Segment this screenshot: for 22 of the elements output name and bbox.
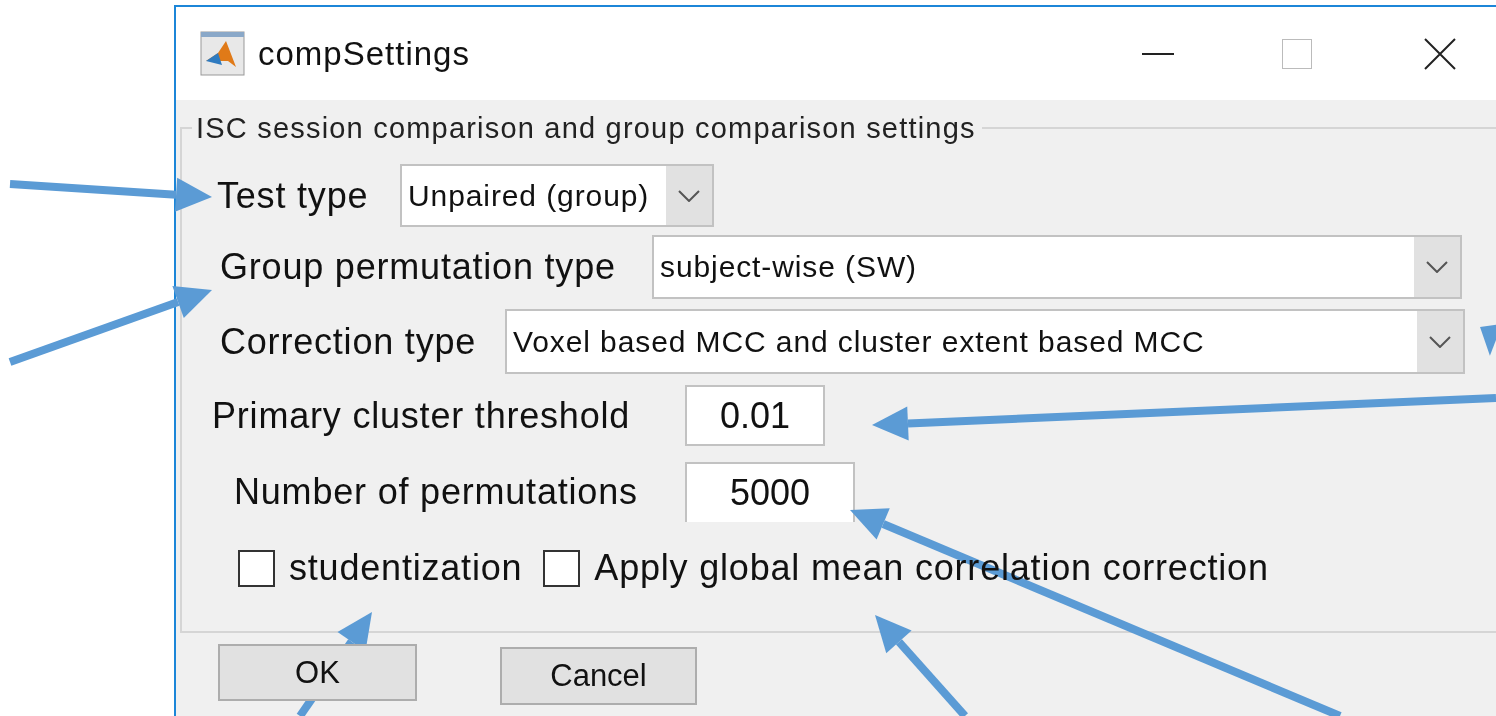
dropdown[interactable]: Voxel based MCC and cluster extent based MCC <box>505 309 1465 374</box>
app-icon <box>200 31 245 76</box>
field-label: Group permutation type <box>220 246 617 288</box>
field-label: Primary cluster threshold <box>212 394 632 437</box>
input-field[interactable]: 5000 <box>685 462 855 522</box>
chevron-down-icon <box>1429 335 1451 348</box>
field-label: Number of permutations <box>234 471 639 513</box>
dropdown[interactable]: subject-wise (SW) <box>652 235 1462 299</box>
close-icon[interactable] <box>1423 37 1456 70</box>
chevron-down-icon <box>1426 261 1448 273</box>
dropdown[interactable]: Unpaired (group) <box>400 164 714 227</box>
dialog-button[interactable]: Cancel <box>500 647 697 705</box>
checkbox[interactable] <box>238 549 275 587</box>
dialog-button[interactable]: OK <box>218 644 417 701</box>
window-title: compSettings <box>258 34 470 73</box>
annotation-arrow <box>1480 324 1496 356</box>
chevron-down-icon <box>678 189 700 202</box>
checkbox[interactable] <box>543 549 581 587</box>
field-label: Correction type <box>220 320 478 363</box>
input-field[interactable]: 0.01 <box>685 385 825 446</box>
field-label: Test type <box>217 174 370 217</box>
checkbox-label[interactable]: studentization <box>289 547 523 589</box>
